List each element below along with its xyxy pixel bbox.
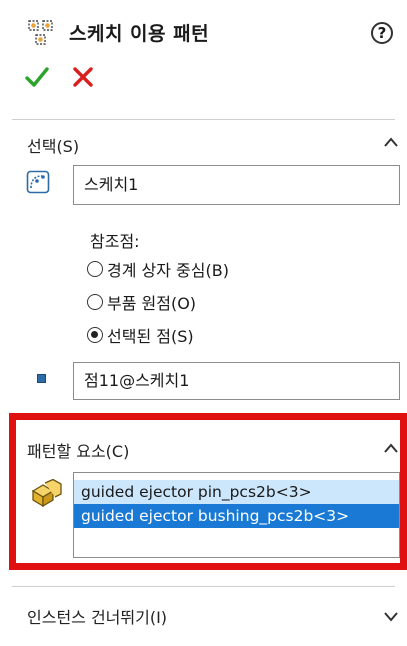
radio-part-origin[interactable]: 부품 원점(O) bbox=[87, 290, 196, 314]
selection-section-title: 선택(S) bbox=[27, 137, 80, 156]
component-icon bbox=[30, 478, 64, 509]
divider bbox=[12, 119, 395, 120]
features-section-title: 패턴할 요소(C) bbox=[27, 442, 130, 461]
sketch-select-icon bbox=[26, 170, 50, 194]
sketch-input[interactable]: 스케치1 bbox=[73, 165, 400, 205]
panel-title: 스케치 이용 패턴 bbox=[69, 23, 210, 45]
point-icon bbox=[37, 374, 46, 383]
divider bbox=[12, 586, 395, 587]
radio-button[interactable] bbox=[87, 327, 103, 343]
sketch-pattern-icon bbox=[28, 20, 54, 46]
ok-button[interactable] bbox=[25, 64, 49, 90]
close-icon bbox=[73, 67, 93, 87]
radio-label: 부품 원점(O) bbox=[107, 294, 197, 313]
collapse-chevron-icon[interactable] bbox=[383, 439, 399, 458]
expand-chevron-icon[interactable] bbox=[383, 607, 399, 626]
skip-section-title: 인스턴스 건너뛰기(I) bbox=[27, 608, 168, 627]
reference-point-label: 참조점: bbox=[90, 232, 140, 251]
list-item[interactable]: guided ejector pin_pcs2b<3> bbox=[74, 480, 399, 504]
radio-selected-point[interactable]: 선택된 점(S) bbox=[87, 323, 194, 347]
list-item[interactable]: guided ejector bushing_pcs2b<3> bbox=[74, 504, 399, 528]
radio-button[interactable] bbox=[87, 261, 103, 277]
radio-label: 경계 상자 중심(B) bbox=[107, 261, 229, 280]
radio-bounding-box-center[interactable]: 경계 상자 중심(B) bbox=[87, 257, 229, 281]
radio-label: 선택된 점(S) bbox=[107, 327, 194, 346]
features-list[interactable]: guided ejector pin_pcs2b<3> guided eject… bbox=[73, 472, 400, 558]
cancel-button[interactable] bbox=[72, 66, 94, 88]
help-icon[interactable]: ? bbox=[371, 22, 393, 44]
radio-button[interactable] bbox=[87, 294, 103, 310]
checkmark-icon bbox=[25, 67, 49, 87]
point-input[interactable]: 점11@스케치1 bbox=[73, 362, 400, 400]
collapse-chevron-icon[interactable] bbox=[383, 133, 399, 152]
